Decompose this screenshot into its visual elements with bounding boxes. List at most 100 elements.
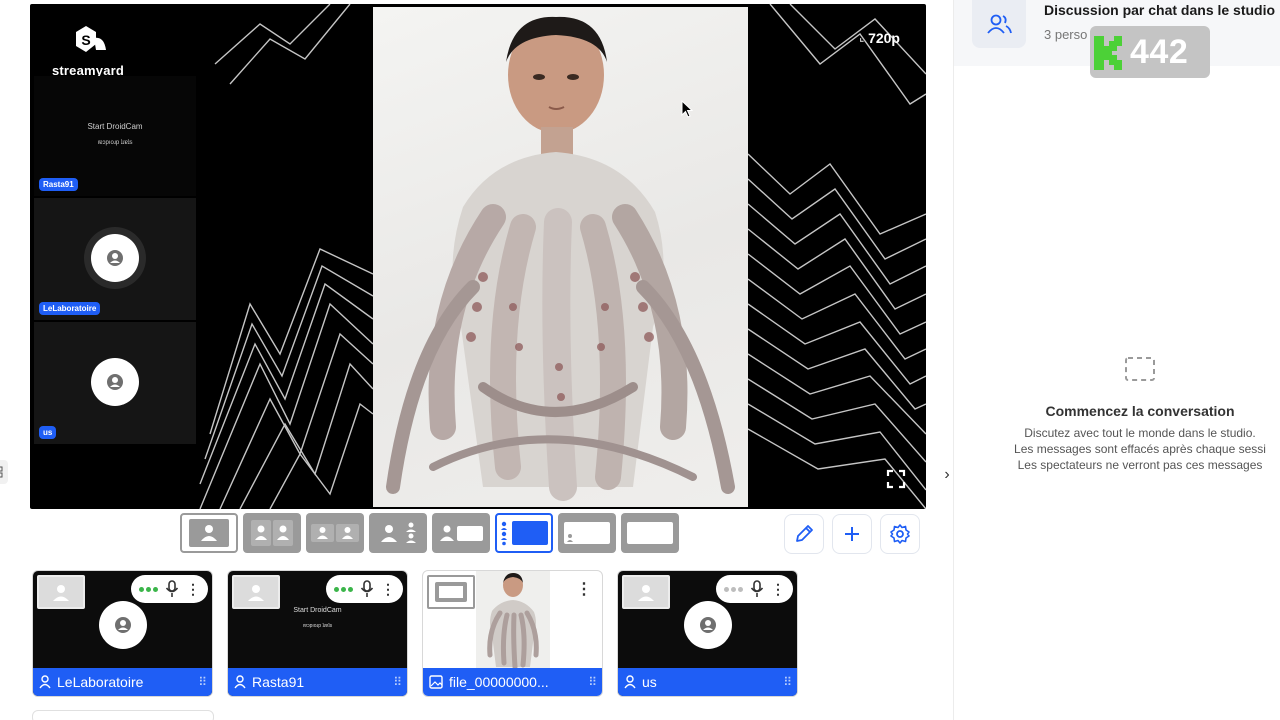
person-icon [39, 675, 51, 689]
layout-solo-button[interactable] [180, 513, 238, 553]
participant-name: LeLaboratoire [57, 674, 144, 690]
audio-level-indicator [724, 586, 743, 592]
participant-name-bar: file_00000000... ⠿ [423, 668, 602, 696]
add-to-stage-button[interactable] [37, 575, 85, 609]
empty-state-line: Les spectateurs ne verront pas ces messa… [1017, 458, 1263, 472]
participant-name-bar: Rasta91 ⠿ [228, 668, 407, 696]
participant-card-us[interactable]: ⋮ us ⠿ [617, 570, 798, 697]
avatar [99, 601, 147, 649]
people-icon [987, 14, 1012, 34]
microphone-icon[interactable] [360, 580, 374, 598]
screen-share-subtext: ıɐɔpıoɹp ʇɹɐʇs [302, 623, 333, 629]
chat-tab-button[interactable] [972, 0, 1026, 48]
user-placeholder-icon [700, 617, 716, 633]
layout-blank-icon [627, 522, 673, 544]
empty-state-line: Discutez avec tout le monde dans le stud… [1024, 426, 1256, 440]
svg-text:S: S [81, 32, 90, 48]
participant-name: file_00000000... [449, 674, 549, 690]
participant-name: us [642, 674, 657, 690]
kick-logo-icon [1094, 36, 1122, 70]
drag-handle-icon[interactable]: ⠿ [588, 675, 597, 689]
layout-blank-button[interactable] [621, 513, 679, 553]
layout-leader-button[interactable] [369, 513, 427, 553]
side-tile-label: Rasta91 [39, 178, 78, 191]
person-icon [234, 675, 246, 689]
layout-solo-icon [189, 519, 229, 547]
add-to-stage-button[interactable] [622, 575, 670, 609]
panel-divider [953, 0, 954, 720]
edit-button[interactable] [784, 514, 824, 554]
man-octopus-thumbnail [487, 573, 539, 670]
streamyard-logo: S streamyard [48, 24, 128, 78]
add-guest-card-partial[interactable] [32, 710, 214, 720]
layout-selector [180, 513, 679, 553]
user-placeholder-icon [107, 374, 123, 390]
participant-controls: ⋮ [326, 575, 403, 603]
fullscreen-icon[interactable] [886, 469, 906, 489]
layout-group-button[interactable] [306, 513, 364, 553]
audio-level-indicator [139, 586, 158, 592]
participant-card-rasta91[interactable]: Start DroidCam ıɐɔpıoɹp ʇɹɐʇs ⋮ Rasta91 … [227, 570, 408, 697]
participant-name-bar: LeLaboratoire ⠿ [33, 668, 212, 696]
participant-controls: ⋮ [716, 575, 793, 603]
file-thumbnail [476, 571, 550, 670]
microphone-icon[interactable] [750, 580, 764, 598]
participant-card-lelaboratoire[interactable]: ⋮ LeLaboratoire ⠿ [32, 570, 213, 697]
more-options-icon[interactable]: ⋮ [576, 579, 592, 599]
viewer-count: 442 [1130, 32, 1189, 71]
quality-label: 720p [868, 30, 900, 46]
screen-share-subtext: ıɐɔpıoɹp ʇɹɐʇs [97, 140, 133, 146]
drag-handle-icon[interactable]: ⠿ [393, 675, 402, 689]
more-options-icon[interactable]: ⋮ [771, 582, 785, 596]
layout-sidebar-screen-button[interactable] [495, 513, 553, 553]
quality-indicator[interactable]: ⌞ 720p [859, 30, 900, 46]
drag-handle-icon[interactable]: ⠿ [198, 675, 207, 689]
chevron-right-icon: › [944, 466, 950, 483]
layout-fullscreen-screen-icon [564, 522, 610, 544]
microphone-icon[interactable] [165, 580, 179, 598]
stage-side-tiles: Start DroidCam ıɐɔpıoɹp ʇɹɐʇs Rasta91 Le… [34, 76, 196, 446]
chat-people-count: 3 perso [1044, 27, 1088, 42]
layout-cropped-button[interactable] [243, 513, 301, 553]
drag-handle-icon[interactable]: ⠿ [783, 675, 792, 689]
layout-panel-toggle-icon[interactable] [0, 460, 8, 484]
streamyard-logo-icon: S [76, 26, 106, 52]
settings-button[interactable] [880, 514, 920, 554]
layout-fullscreen-screen-button[interactable] [558, 513, 616, 553]
side-tile-us: us [34, 322, 196, 444]
broadcast-stage: S streamyard ⌞ 720p Start DroidCam ıɐɔpı… [30, 4, 926, 509]
side-tile-label: LeLaboratoire [39, 302, 101, 315]
layout-group-icon [311, 524, 359, 542]
side-tile-rasta91: Start DroidCam ıɐɔpıoɹp ʇɹɐʇs Rasta91 [34, 76, 196, 196]
mouse-cursor-icon [681, 100, 693, 118]
plus-icon [845, 527, 859, 541]
participant-name-bar: us ⠿ [618, 668, 797, 696]
person-thumbnail-icon [638, 585, 654, 601]
more-options-icon[interactable]: ⋮ [186, 582, 200, 596]
audio-level-indicator [334, 586, 353, 592]
user-placeholder-icon [107, 250, 123, 266]
side-tile-lelaboratoire: LeLaboratoire [34, 198, 196, 320]
chat-panel-title: Discussion par chat dans le studio [1044, 2, 1276, 18]
empty-state-title: Commencez la conversation [1045, 403, 1235, 419]
viewer-count-badge: 442 [1090, 26, 1210, 78]
more-options-icon[interactable]: ⋮ [381, 582, 395, 596]
layout-person-screen-button[interactable] [432, 513, 490, 553]
pencil-icon [796, 525, 813, 542]
add-to-stage-button[interactable] [427, 575, 475, 609]
participant-cards: ⋮ LeLaboratoire ⠿ Start DroidCam ıɐɔpıoɹ… [32, 570, 798, 697]
avatar [91, 358, 139, 406]
add-to-stage-button[interactable] [232, 575, 280, 609]
layout-sidebar-screen-icon [501, 521, 548, 546]
participant-controls: ⋮ [131, 575, 208, 603]
screen-share-text: Start DroidCam [293, 607, 342, 614]
empty-chat-icon [1125, 357, 1155, 381]
participant-card-file[interactable]: ⋮ file_00000000... ⠿ [422, 570, 603, 697]
gear-icon [890, 524, 910, 544]
add-button[interactable] [832, 514, 872, 554]
collapse-panel-button[interactable]: › [937, 462, 957, 488]
side-tile-label: us [39, 426, 57, 439]
participant-name: Rasta91 [252, 674, 305, 690]
empty-state-line: Les messages sont effacés après chaque s… [1014, 442, 1266, 456]
layout-person-screen-icon [440, 525, 483, 541]
